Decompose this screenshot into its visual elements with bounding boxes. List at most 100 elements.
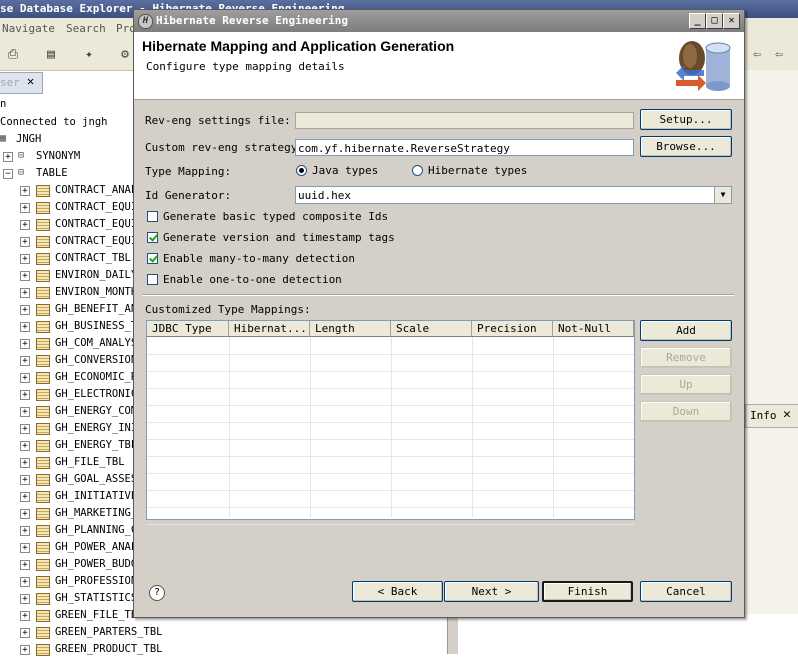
expand-icon[interactable]: + <box>20 543 30 553</box>
grid-column-line <box>472 337 473 518</box>
back-button[interactable]: < Back <box>352 581 443 602</box>
expand-icon[interactable]: + <box>20 492 30 502</box>
java-types-label[interactable]: Java types <box>312 164 378 177</box>
back-nav-icon[interactable]: ⇦ <box>770 46 788 64</box>
one-to-one-label[interactable]: Enable one-to-one detection <box>163 273 342 286</box>
browse-button[interactable]: Browse... <box>640 136 732 157</box>
expand-icon[interactable]: + <box>20 577 30 587</box>
java-types-radio[interactable] <box>296 165 307 176</box>
expand-icon[interactable]: + <box>20 611 30 621</box>
table-name: ENVIRON_MONTH <box>55 286 138 298</box>
expand-icon[interactable]: + <box>20 526 30 536</box>
expand-icon[interactable]: + <box>20 237 30 247</box>
expand-icon[interactable]: + <box>20 356 30 366</box>
hibernate-types-label[interactable]: Hibernate types <box>428 164 527 177</box>
hibernate-types-radio[interactable] <box>412 165 423 176</box>
info-tab-label: Info <box>750 409 777 422</box>
down-button[interactable]: Down <box>640 401 732 422</box>
expand-icon[interactable]: + <box>20 628 30 638</box>
maximize-icon[interactable]: □ <box>706 13 723 29</box>
close-icon[interactable]: ✕ <box>27 74 34 88</box>
expand-icon[interactable]: + <box>3 152 13 162</box>
table-icon <box>36 491 50 503</box>
version-tags-label[interactable]: Generate version and timestamp tags <box>163 231 395 244</box>
grid-row-line <box>147 524 634 525</box>
expand-icon[interactable]: + <box>20 407 30 417</box>
expand-icon[interactable]: + <box>20 203 30 213</box>
expand-icon[interactable]: + <box>20 254 30 264</box>
expand-icon[interactable]: + <box>20 509 30 519</box>
expand-icon[interactable]: + <box>20 271 30 281</box>
up-button[interactable]: Up <box>640 374 732 395</box>
finish-button[interactable]: Finish <box>542 581 633 602</box>
forward-icon[interactable]: ⇦ <box>748 46 766 64</box>
expand-icon[interactable]: + <box>20 220 30 230</box>
help-icon[interactable]: ? <box>149 585 165 601</box>
minimize-icon[interactable]: _ <box>689 13 706 29</box>
table-name: GH_BUSINESS_T <box>55 320 138 332</box>
table-name: CONTRACT_EQUI <box>55 235 138 247</box>
dialog-title-bar[interactable]: H Hibernate Reverse Engineering _ □ ✕ <box>134 10 744 32</box>
hibernate-icon: H <box>138 14 153 29</box>
db-browser-tab[interactable]: ser ✕ <box>0 72 43 94</box>
version-tags-checkbox[interactable] <box>147 232 158 243</box>
expand-icon[interactable]: + <box>20 186 30 196</box>
expand-icon[interactable]: + <box>20 373 30 383</box>
many-to-many-label[interactable]: Enable many-to-many detection <box>163 252 355 265</box>
column-header[interactable]: Not-Null <box>553 321 634 337</box>
strategy-input[interactable]: com.yf.hibernate.ReverseStrategy <box>295 139 634 156</box>
table-name: GH_MARKETING_ <box>55 507 138 519</box>
separator <box>142 294 734 296</box>
grid-column-line <box>391 337 392 518</box>
new-wizard-icon[interactable]: ✦ <box>80 46 98 64</box>
cancel-button[interactable]: Cancel <box>640 581 732 602</box>
table-name: GREEN_FILE_TBL <box>55 609 144 621</box>
expand-icon[interactable]: + <box>20 390 30 400</box>
info-tab[interactable]: Info ✕ <box>745 404 798 428</box>
dropdown-arrow-icon[interactable]: ▼ <box>714 187 731 203</box>
table-name: GH_GOAL_ASSES <box>55 473 138 485</box>
type-mappings-table[interactable]: JDBC Type Hibernat... Length Scale Preci… <box>146 320 635 525</box>
column-header[interactable]: Scale <box>391 321 472 337</box>
column-header[interactable]: Precision <box>472 321 553 337</box>
expand-icon[interactable]: + <box>20 288 30 298</box>
composite-ids-label[interactable]: Generate basic typed composite Ids <box>163 210 388 223</box>
column-header[interactable]: Hibernat... <box>229 321 310 337</box>
id-generator-label: Id Generator: <box>145 189 232 202</box>
expand-icon[interactable]: + <box>20 458 30 468</box>
column-header[interactable]: Length <box>310 321 391 337</box>
menu-search[interactable]: Search <box>66 22 106 35</box>
many-to-many-checkbox[interactable] <box>147 253 158 264</box>
next-button[interactable]: Next > <box>444 581 539 602</box>
id-generator-select[interactable]: uuid.hex ▼ <box>295 186 732 204</box>
rev-eng-file-input[interactable] <box>295 112 634 129</box>
expand-icon[interactable]: + <box>20 560 30 570</box>
table-icon <box>36 457 50 469</box>
composite-ids-checkbox[interactable] <box>147 211 158 222</box>
one-to-one-checkbox[interactable] <box>147 274 158 285</box>
column-header[interactable]: JDBC Type <box>147 321 229 337</box>
collapse-icon[interactable]: − <box>3 169 13 179</box>
close-icon[interactable]: ✕ <box>723 13 740 29</box>
remove-button[interactable]: Remove <box>640 347 732 368</box>
close-icon[interactable]: ✕ <box>783 407 791 422</box>
expand-icon[interactable]: + <box>20 441 30 451</box>
database-icon[interactable]: ▤ <box>42 46 60 64</box>
table-icon <box>36 304 50 316</box>
print-icon[interactable]: ⎙ <box>4 46 22 64</box>
expand-icon[interactable]: + <box>20 322 30 332</box>
table-icon <box>36 202 50 214</box>
type-mapping-label: Type Mapping: <box>145 165 232 178</box>
expand-icon[interactable]: + <box>20 424 30 434</box>
expand-icon[interactable]: + <box>20 339 30 349</box>
run-icon[interactable]: ⚙ <box>116 46 134 64</box>
expand-icon[interactable]: + <box>20 475 30 485</box>
menu-navigate[interactable]: Navigate <box>2 22 55 35</box>
expand-icon[interactable]: + <box>20 305 30 315</box>
dialog-title: Hibernate Reverse Engineering <box>156 14 349 27</box>
table-icon <box>36 355 50 367</box>
db-tree: n Connected to jngh ▦ JNGH + ⊟ SYNONYM −… <box>0 96 162 656</box>
add-button[interactable]: Add <box>640 320 732 341</box>
expand-icon[interactable]: + <box>20 594 30 604</box>
setup-button[interactable]: Setup... <box>640 109 732 130</box>
